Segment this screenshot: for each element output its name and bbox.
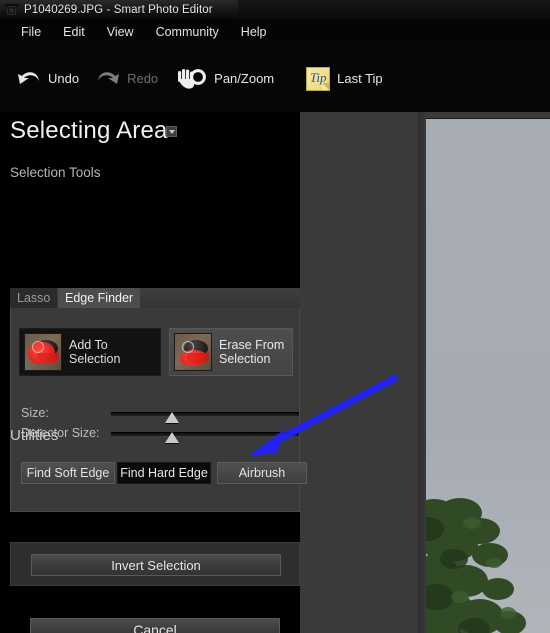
erase-from-selection-label: Erase From Selection [219, 338, 285, 366]
camera-icon [4, 3, 19, 17]
menu-item-community[interactable]: Community [145, 23, 230, 41]
size-slider-thumb[interactable] [165, 412, 179, 423]
redo-label: Redo [127, 71, 159, 86]
hand-magnifier-icon [178, 68, 207, 89]
erase-from-selection-button[interactable]: Erase From Selection [169, 328, 293, 376]
toolbar: Undo Redo Pan/Zoom Tip Last Tip [0, 45, 550, 112]
size-slider-row: Size: [21, 406, 299, 423]
edge-buttons-row: Find Soft Edge Find Hard Edge Airbrush [21, 462, 307, 484]
menu-item-edit[interactable]: Edit [52, 23, 96, 41]
selection-panel: Selecting Area Selection Tools Lasso Edg… [0, 112, 307, 633]
title-bar: P1040269.JPG - Smart Photo Editor [0, 0, 550, 19]
erase-from-selection-icon [174, 333, 212, 371]
application-window: P1040269.JPG - Smart Photo Editor File E… [0, 0, 550, 633]
utilities-label: Utilities [10, 427, 59, 444]
window-title: P1040269.JPG - Smart Photo Editor [24, 3, 213, 16]
redo-arrow-icon [98, 71, 120, 84]
pan-zoom-button[interactable]: Pan/Zoom [172, 64, 274, 94]
cancel-button[interactable]: Cancel [30, 618, 280, 633]
find-soft-edge-button[interactable]: Find Soft Edge [21, 462, 115, 484]
menu-bar: File Edit View Community Help [0, 19, 550, 45]
size-slider-track[interactable] [111, 412, 299, 423]
tip-note-icon: Tip [306, 66, 331, 91]
size-slider-label: Size: [21, 406, 49, 420]
chevron-down-icon[interactable] [166, 126, 177, 137]
airbrush-button[interactable]: Airbrush [217, 462, 307, 484]
tab-edge-finder[interactable]: Edge Finder [58, 288, 141, 308]
invert-selection-button[interactable]: Invert Selection [31, 554, 281, 576]
tree-foliage [426, 498, 526, 633]
menu-item-help[interactable]: Help [230, 23, 278, 41]
menu-item-file[interactable]: File [10, 23, 52, 41]
photo-image[interactable] [425, 118, 550, 633]
undo-arrow-icon [18, 71, 39, 84]
redo-button[interactable]: Redo [93, 64, 158, 94]
detector-size-slider-track[interactable] [111, 432, 299, 443]
add-to-selection-button[interactable]: Add To Selection [19, 328, 161, 376]
utilities-group: Invert Selection [10, 542, 300, 586]
last-tip-button[interactable]: Tip Last Tip [306, 66, 383, 91]
page-title: Selecting Area [10, 117, 168, 144]
undo-button[interactable]: Undo [14, 64, 79, 94]
detector-size-slider-row: Detector Size: [21, 426, 299, 443]
tab-lasso[interactable]: Lasso [10, 288, 58, 308]
selection-tools-label: Selection Tools [10, 165, 101, 180]
undo-label: Undo [48, 71, 80, 86]
find-hard-edge-button[interactable]: Find Hard Edge [117, 462, 211, 484]
menu-item-view[interactable]: View [96, 23, 145, 41]
add-to-selection-icon [24, 333, 62, 371]
tab-strip: Lasso Edge Finder [10, 288, 300, 308]
canvas-left-shadow [418, 112, 426, 633]
pan-zoom-label: Pan/Zoom [214, 71, 275, 86]
selection-mode-buttons: Add To Selection Erase From Selection [19, 328, 293, 376]
last-tip-label: Last Tip [337, 71, 383, 86]
edge-finder-group: Add To Selection Erase From Selection Si… [10, 308, 307, 512]
add-to-selection-label: Add To Selection [69, 338, 121, 366]
detector-size-slider-thumb[interactable] [165, 432, 179, 443]
